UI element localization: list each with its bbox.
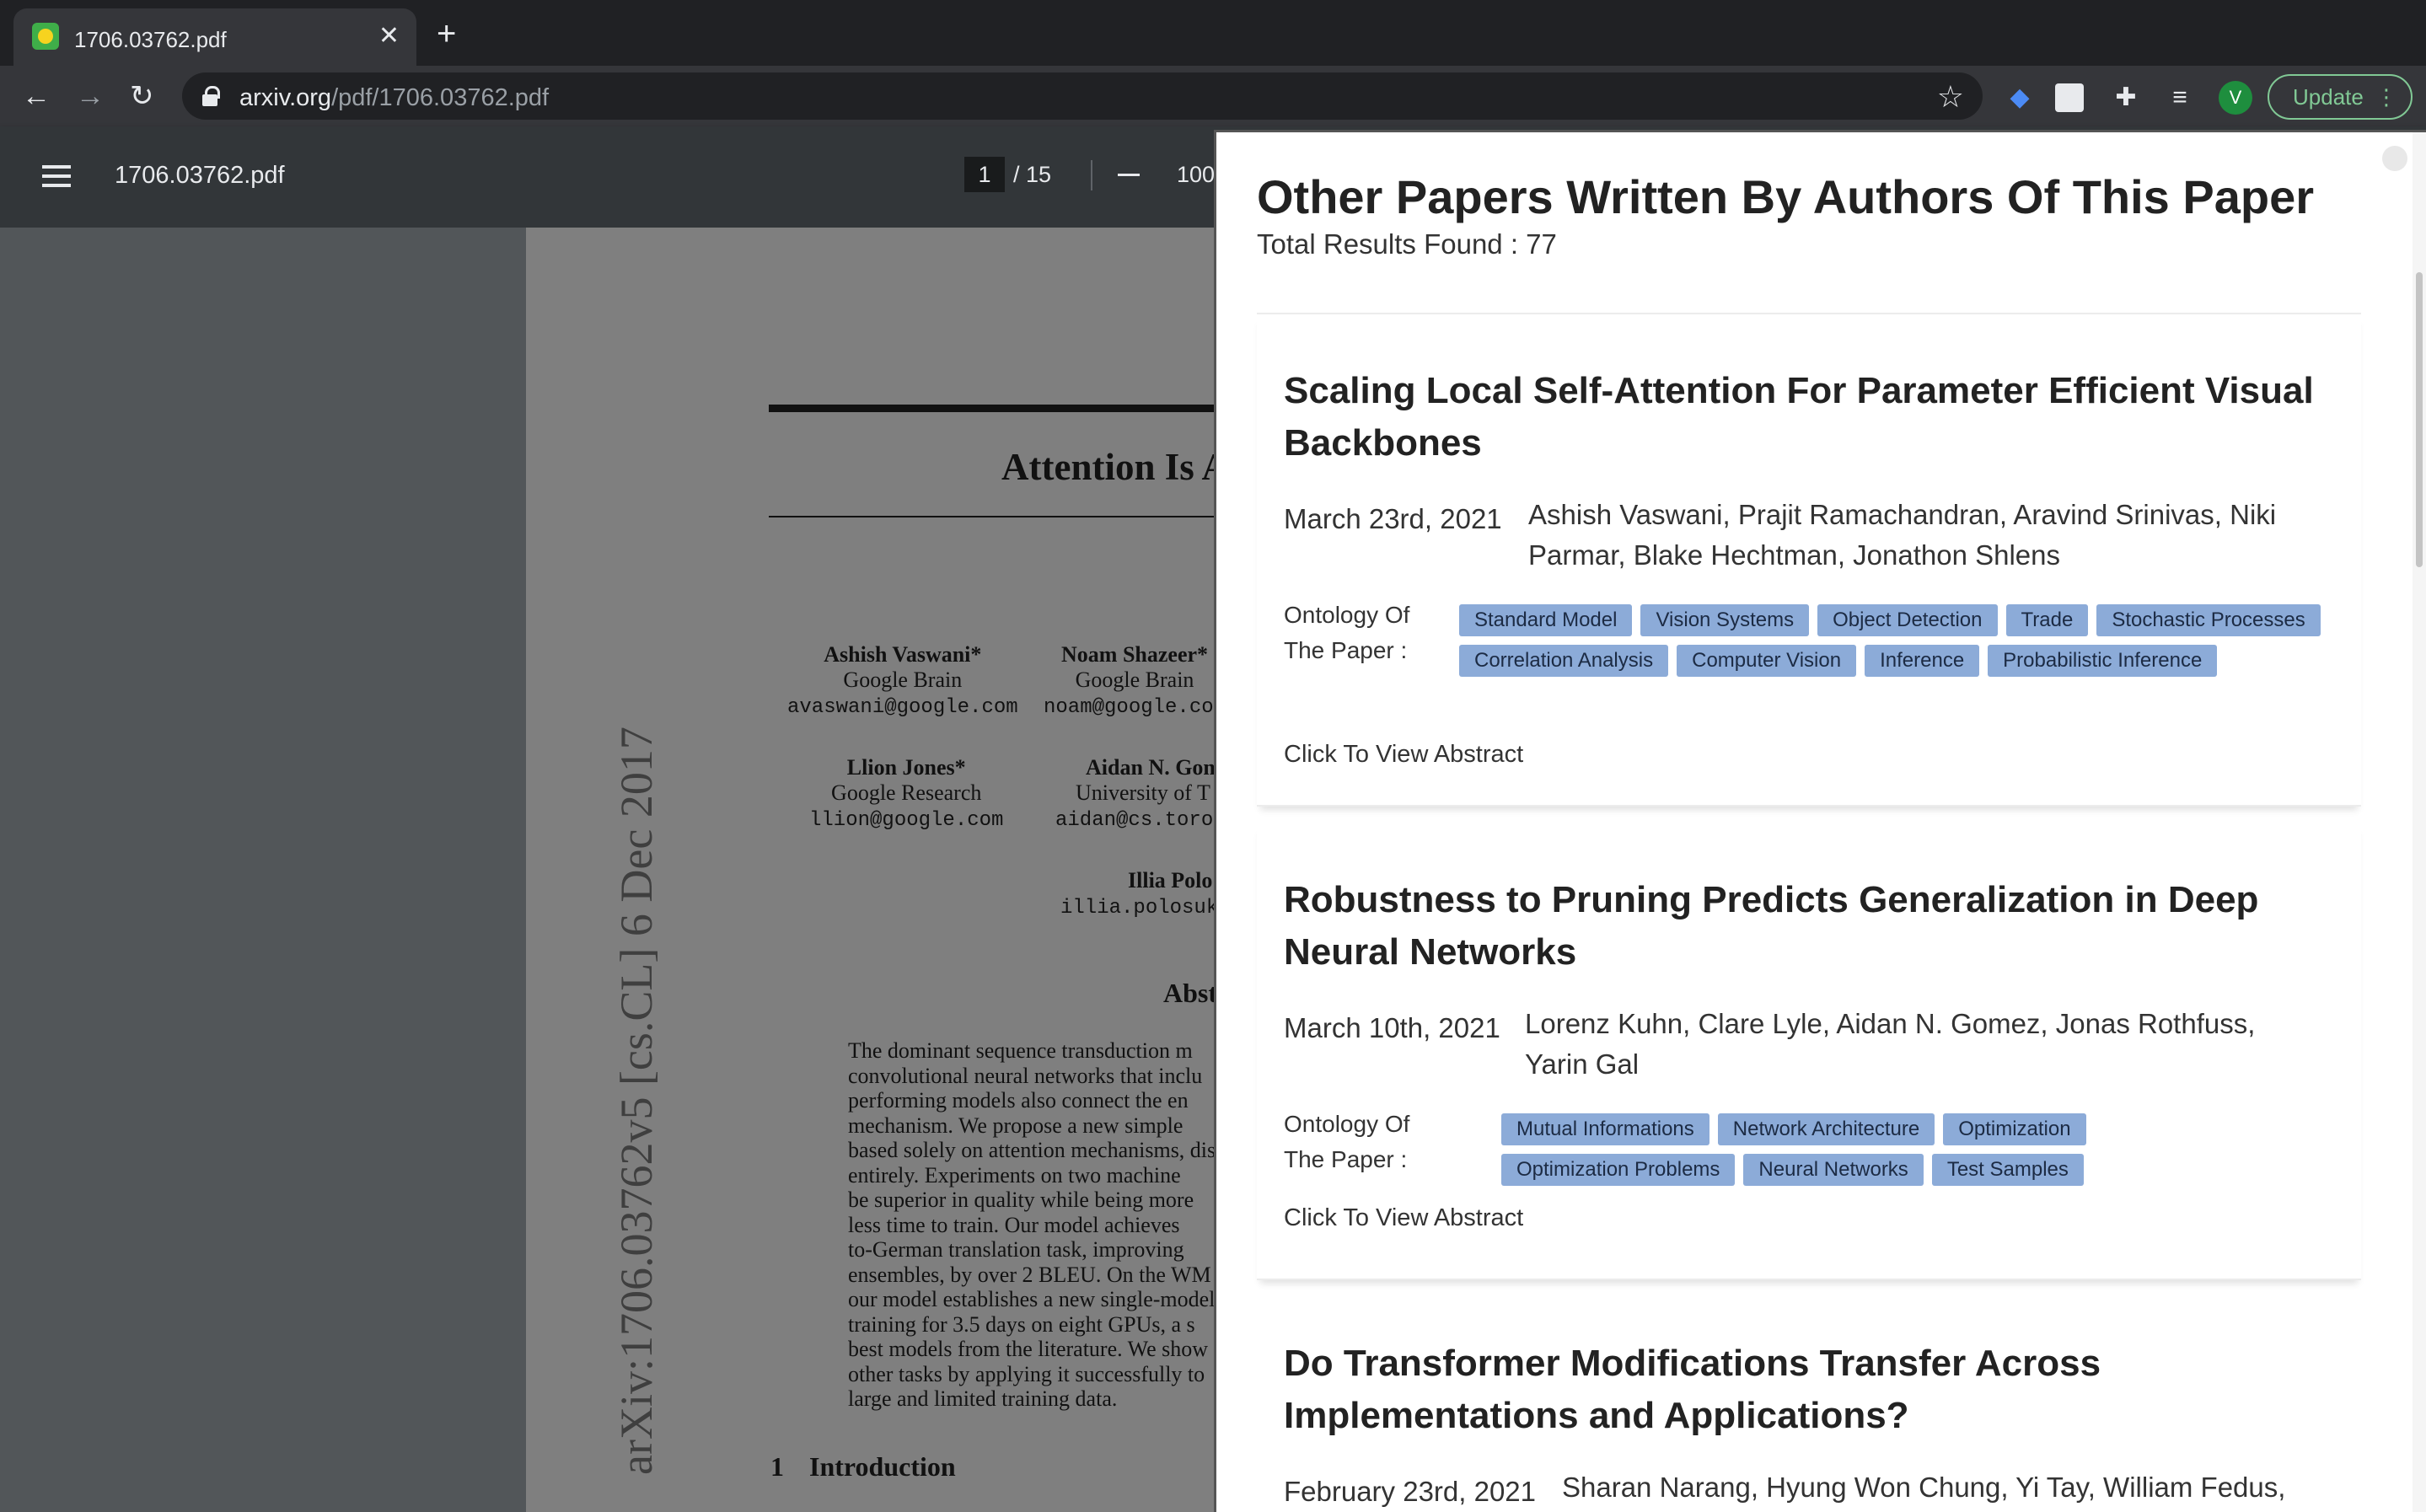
paper-date: March 10th, 2021 (1284, 1012, 1500, 1043)
update-label: Update (2293, 84, 2364, 110)
author-email: aidan@cs.toron (1055, 809, 1226, 832)
url-text[interactable]: arxiv.org/pdf/1706.03762.pdf (239, 84, 549, 112)
lock-icon[interactable] (202, 86, 220, 106)
author-name: Illia Polo (1128, 868, 1213, 893)
author-name: Ashish Vaswani* (824, 642, 982, 667)
paper-card: Robustness to Pruning Predicts Generaliz… (1257, 823, 2361, 1280)
author-email: llion@google.com (809, 809, 1004, 832)
author-email: noam@google.com (1044, 696, 1226, 719)
section-title: Introduction (809, 1451, 956, 1482)
author-org: Google Brain (1075, 668, 1194, 692)
paper-title-link[interactable]: Do Transformer Modifications Transfer Ac… (1284, 1338, 2346, 1442)
profile-avatar[interactable]: V (2219, 81, 2252, 115)
panel-scrollbar-thumb[interactable] (2416, 272, 2423, 567)
ontology-tag[interactable]: Neural Networks (1743, 1154, 1924, 1186)
new-tab-button[interactable]: + (437, 17, 456, 51)
browser-tab[interactable]: 1706.03762.pdf ✕ (13, 8, 416, 66)
ontology-tag[interactable]: Optimization Problems (1501, 1154, 1736, 1186)
ontology-tag[interactable]: Optimization (1943, 1113, 2086, 1145)
tab-strip: 1706.03762.pdf ✕ + (0, 0, 2426, 66)
view-abstract-link[interactable]: Click To View Abstract (1284, 741, 1523, 769)
browser-toolbar: ← → ↻ arxiv.org/pdf/1706.03762.pdf ☆ ◆ ✚… (0, 66, 2426, 126)
ontology-tag[interactable]: Mutual Informations (1501, 1113, 1709, 1145)
author-name: Llion Jones* (846, 755, 966, 780)
reload-icon[interactable]: ↻ (130, 79, 154, 113)
extension-icon[interactable]: ◆ (2003, 81, 2037, 115)
reading-list-icon[interactable]: ≡ (2163, 81, 2197, 115)
author-block: Ashish Vaswani* Google Brain avaswani@go… (787, 642, 1018, 721)
author-org: Google Brain (843, 668, 963, 692)
paper-date: February 23rd, 2021 (1284, 1476, 1537, 1507)
author-org: Google Research (831, 780, 982, 805)
paper-title: Attention Is A (1001, 446, 1230, 488)
star-icon[interactable]: ☆ (1937, 79, 1964, 115)
back-arrow-icon[interactable]: ← (22, 79, 51, 113)
paper-authors: Lorenz Kuhn, Clare Lyle, Aidan N. Gomez,… (1525, 1008, 2256, 1080)
panel-title: Other Papers Written By Authors Of This … (1257, 170, 2315, 223)
ontology-tag[interactable]: Correlation Analysis (1459, 645, 1669, 677)
close-panel-icon[interactable] (2382, 146, 2407, 171)
tab-title: 1706.03762.pdf (74, 27, 227, 52)
ontology-tag[interactable]: Standard Model (1459, 604, 1633, 636)
author-block: Llion Jones* Google Research llion@googl… (809, 755, 1003, 834)
paper-title-link[interactable]: Robustness to Pruning Predicts Generaliz… (1284, 874, 2346, 979)
update-button[interactable]: Update ⋮ (2268, 74, 2413, 120)
pdf-filename: 1706.03762.pdf (115, 162, 285, 189)
author-name: Noam Shazeer* (1061, 642, 1209, 667)
puzzle-icon[interactable]: ✚ (2109, 81, 2143, 115)
ontology-tag[interactable]: Test Samples (1931, 1154, 2084, 1186)
paper-card: Do Transformer Modifications Transfer Ac… (1257, 1292, 2361, 1512)
ontology-tags: Standard Model Vision Systems Object Det… (1459, 604, 2336, 677)
ontology-tag[interactable]: Network Architecture (1717, 1113, 1935, 1145)
paper-title-link[interactable]: Scaling Local Self-Attention For Paramet… (1284, 365, 2346, 469)
author-email: avaswani@google.com (787, 696, 1018, 719)
paper-card: Scaling Local Self-Attention For Paramet… (1257, 314, 2361, 807)
author-block: Illia Polo illia.polosuk (1060, 868, 1218, 921)
ontology-tag[interactable]: Object Detection (1817, 604, 1998, 636)
view-abstract-link[interactable]: Click To View Abstract (1284, 1204, 1523, 1232)
abstract-heading: Abst (1163, 978, 1218, 1008)
ontology-tag[interactable]: Computer Vision (1677, 645, 1857, 677)
ontology-tags: Mutual Informations Network Architecture… (1501, 1113, 2193, 1186)
ontology-tag[interactable]: Stochastic Processes (2096, 604, 2321, 636)
toolbar-divider (1091, 160, 1092, 190)
ontology-label: Ontology Of The Paper : (1284, 602, 1410, 663)
panel-scrollbar[interactable] (2413, 132, 2426, 1512)
zoom-level[interactable]: 100 (1177, 162, 1215, 188)
close-tab-icon[interactable]: ✕ (378, 22, 400, 51)
more-icon[interactable]: ⋮ (2375, 76, 2397, 118)
ontology-tag[interactable]: Trade (2005, 604, 2089, 636)
arxiv-stamp: arXiv:1706.03762v5 [cs.CL] 6 Dec 2017 (611, 727, 662, 1475)
ontology-tag[interactable]: Probabilistic Inference (1988, 645, 2218, 677)
extension-image-icon[interactable] (2055, 83, 2084, 112)
forward-arrow-icon[interactable]: → (76, 79, 105, 113)
url-path: /pdf/1706.03762.pdf (331, 84, 550, 111)
ontology-label: Ontology Of The Paper : (1284, 1111, 1410, 1172)
zoom-out-icon[interactable] (1118, 174, 1140, 176)
ontology-tag[interactable]: Inference (1865, 645, 1980, 677)
results-count: Total Results Found : 77 (1257, 228, 1557, 260)
page-total: / 15 (1013, 162, 1052, 187)
intro-heading: 1 Introduction (770, 1451, 956, 1483)
author-email: illia.polosuk (1060, 897, 1219, 920)
paper-authors: Ashish Vaswani, Prajit Ramachandran, Ara… (1528, 499, 2277, 571)
address-bar[interactable]: arxiv.org/pdf/1706.03762.pdf ☆ (182, 72, 1983, 120)
menu-icon[interactable] (42, 165, 71, 187)
paper-date: March 23rd, 2021 (1284, 503, 1502, 534)
author-org: University of T (1076, 780, 1210, 805)
related-papers-panel[interactable]: Other Papers Written By Authors Of This … (1214, 130, 2426, 1512)
page-number-input[interactable]: 1 (964, 157, 1005, 192)
section-number: 1 (770, 1451, 784, 1482)
author-block: Aidan N. Gom University of T aidan@cs.to… (1055, 755, 1226, 834)
author-block: Noam Shazeer* Google Brain noam@google.c… (1044, 642, 1226, 721)
ontology-tag[interactable]: Vision Systems (1640, 604, 1810, 636)
paper-authors: Sharan Narang, Hyung Won Chung, Yi Tay, … (1562, 1472, 2286, 1503)
author-name: Aidan N. Gom (1086, 755, 1222, 780)
favicon-icon (32, 23, 59, 50)
url-host: arxiv.org (239, 84, 332, 111)
